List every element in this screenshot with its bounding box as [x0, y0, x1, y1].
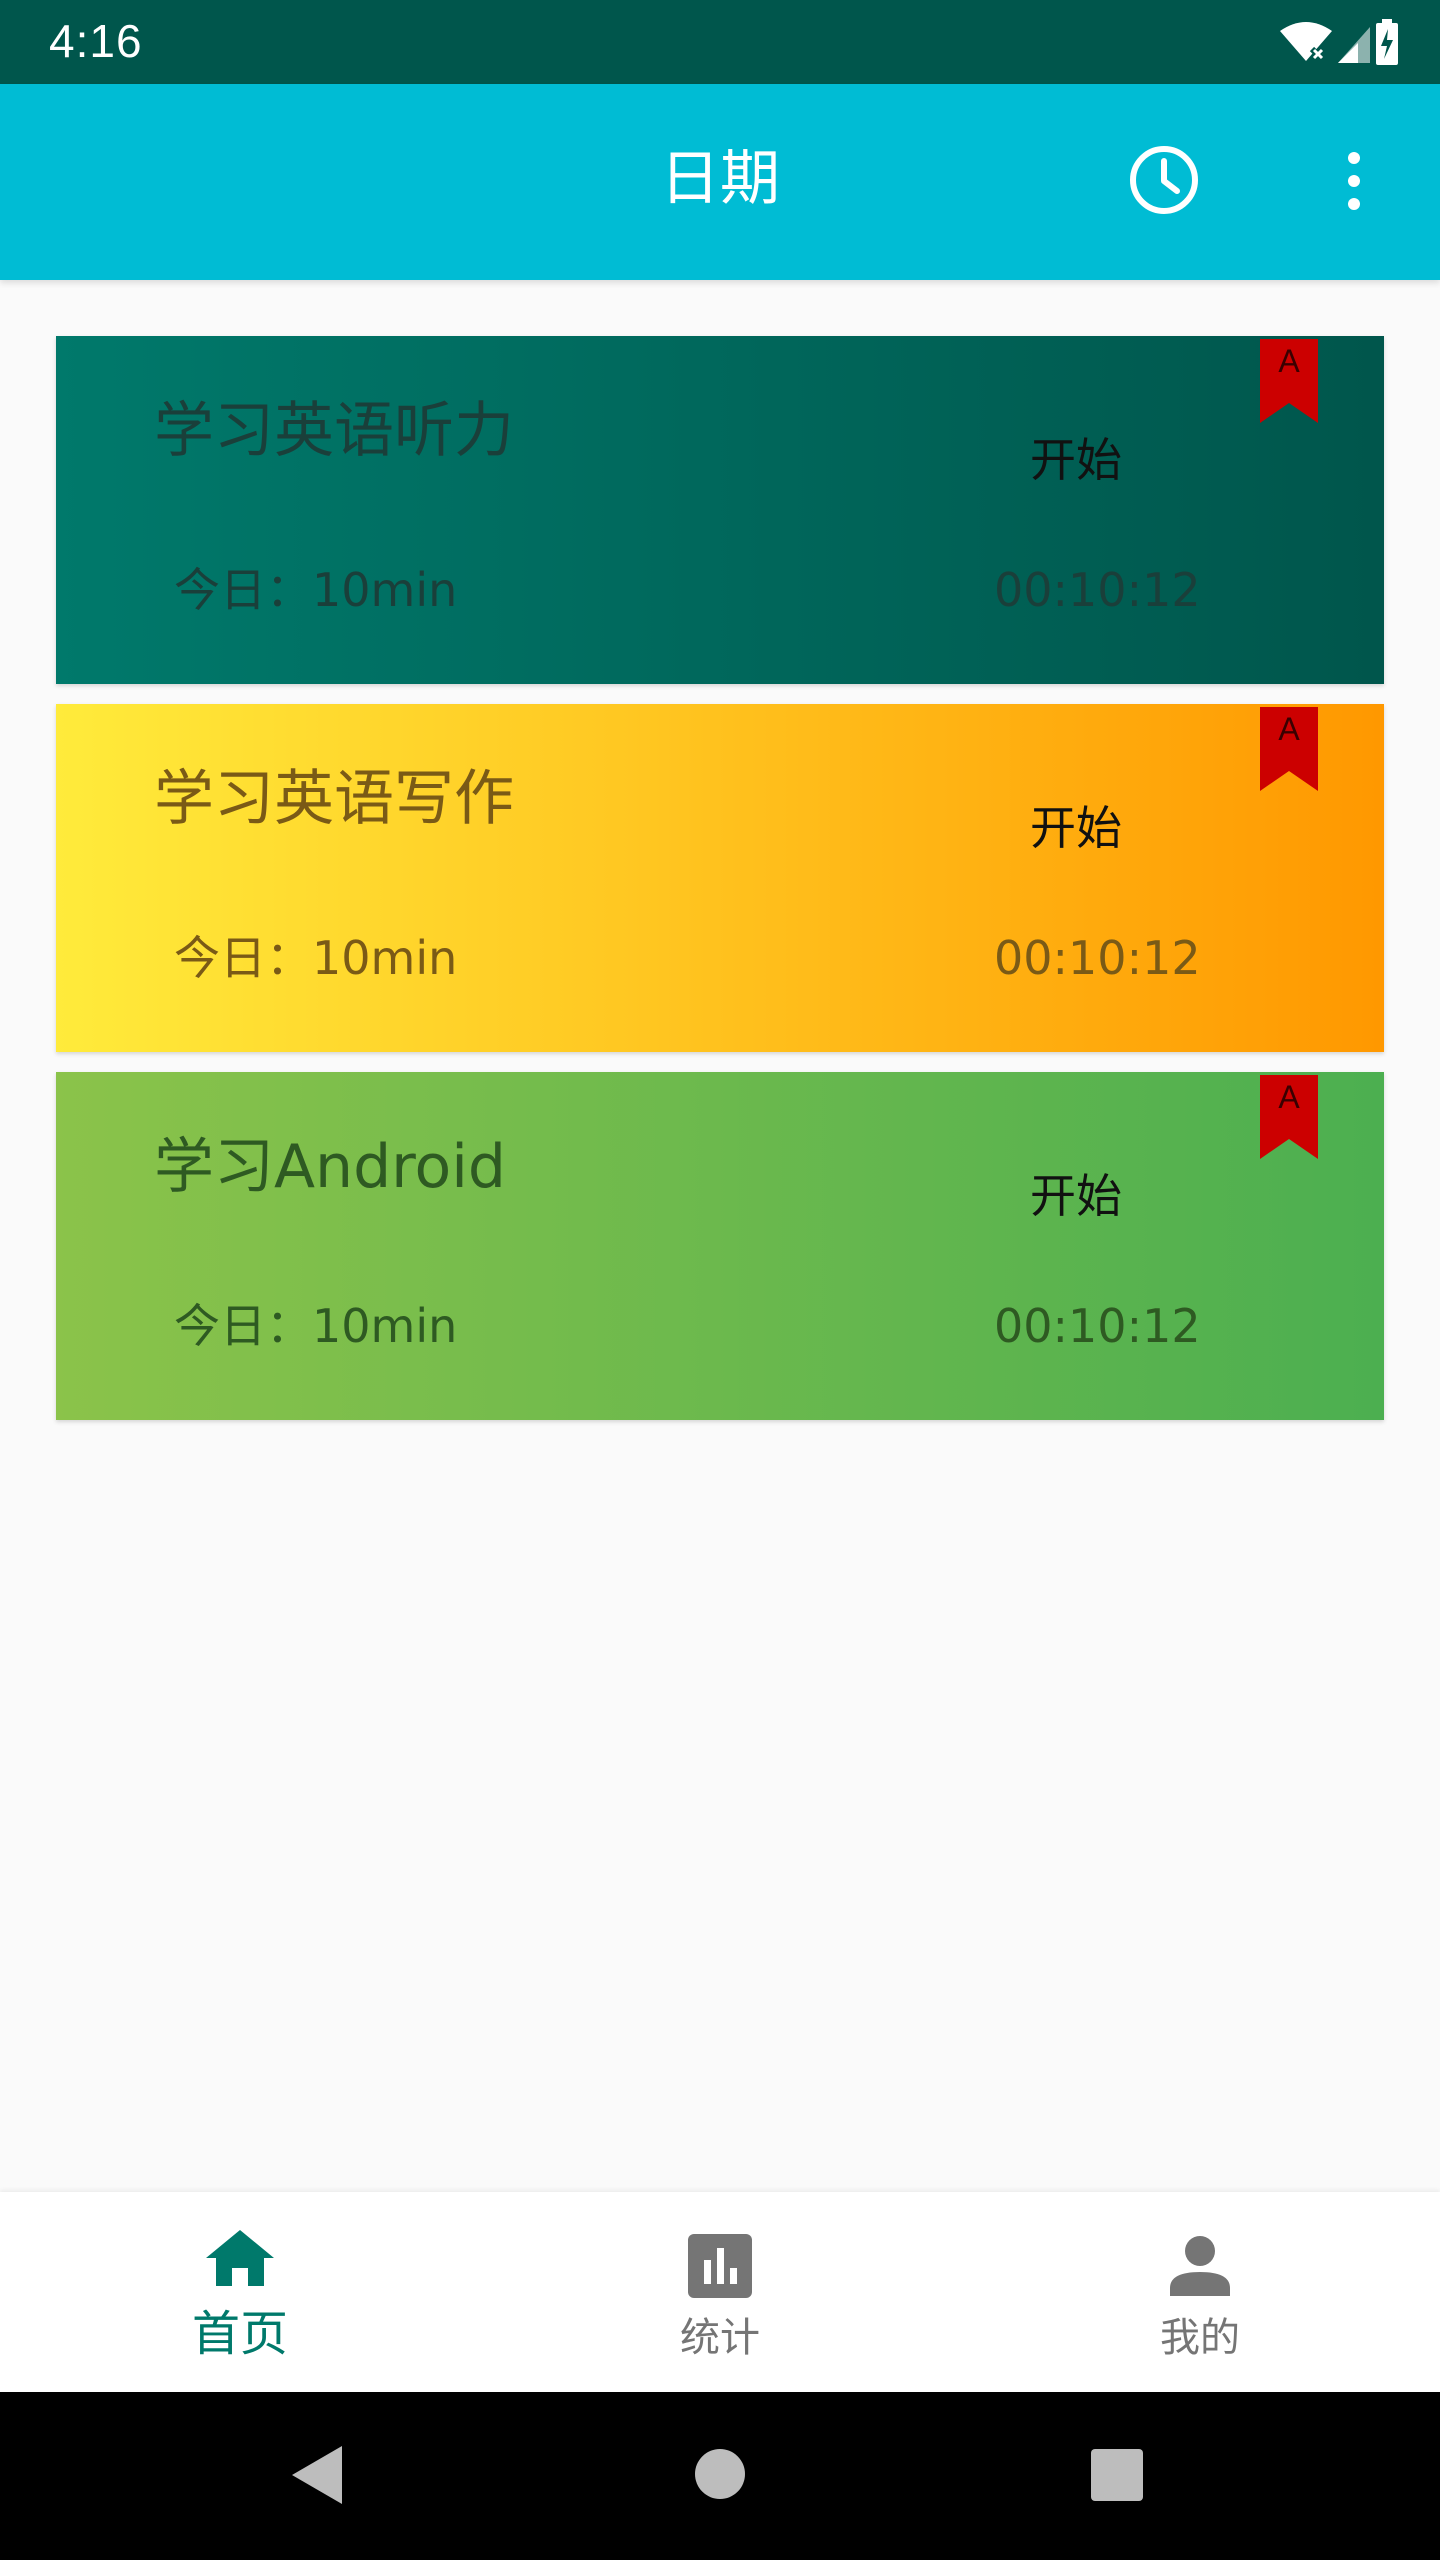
task-card[interactable]: 学习Android 开始 今日：10min 00:10:12 A	[56, 1072, 1384, 1420]
ribbon-letter: A	[1278, 1079, 1300, 1115]
bottom-navigation: 首页 统计 我的	[0, 2192, 1440, 2392]
today-label: 今日：	[174, 563, 312, 617]
task-title: 学习英语写作	[154, 764, 514, 834]
task-title: 学习Android	[154, 1132, 506, 1202]
ribbon-letter: A	[1278, 711, 1300, 747]
task-timer: 00:10:12	[994, 563, 1201, 617]
nav-item-home[interactable]: 首页	[0, 2192, 480, 2392]
battery-charging-icon	[1376, 19, 1398, 65]
status-time: 4:16	[49, 15, 143, 67]
task-card[interactable]: 学习英语写作 开始 今日：10min 00:10:12 A	[56, 704, 1384, 1052]
home-icon	[206, 2230, 274, 2286]
nav-label-profile: 我的	[1160, 2315, 1240, 2361]
bookmark-ribbon-icon: A	[1260, 339, 1318, 423]
bookmark-ribbon-icon: A	[1260, 1075, 1318, 1159]
clock-icon[interactable]	[1127, 143, 1201, 217]
nav-item-stats[interactable]: 统计	[480, 2192, 960, 2392]
status-icons	[1280, 19, 1398, 65]
ribbon-letter: A	[1278, 343, 1300, 379]
nav-label-stats: 统计	[680, 2315, 760, 2361]
app-bar: 日期	[0, 84, 1440, 280]
today-duration: 今日：10min	[174, 1298, 457, 1354]
nav-item-profile[interactable]: 我的	[960, 2192, 1440, 2392]
status-bar: 4:16	[0, 0, 1440, 84]
nav-label-home: 首页	[191, 2306, 288, 2362]
task-timer: 00:10:12	[994, 1299, 1201, 1353]
wifi-off-icon	[1280, 22, 1332, 64]
back-icon[interactable]	[290, 2444, 344, 2506]
system-navigation-bar	[0, 2392, 1440, 2560]
today-label: 今日：	[174, 1299, 312, 1353]
app-title: 日期	[660, 144, 780, 214]
start-button[interactable]: 开始	[1030, 800, 1122, 856]
today-duration: 今日：10min	[174, 930, 457, 986]
task-title: 学习英语听力	[154, 396, 514, 466]
today-value: 10min	[312, 931, 458, 985]
today-value: 10min	[312, 563, 458, 617]
task-timer: 00:10:12	[994, 931, 1201, 985]
today-label: 今日：	[174, 931, 312, 985]
today-value: 10min	[312, 1299, 458, 1353]
home-circle-icon[interactable]	[694, 2448, 746, 2500]
more-vert-icon[interactable]	[1332, 148, 1376, 214]
bookmark-ribbon-icon: A	[1260, 707, 1318, 791]
start-button[interactable]: 开始	[1030, 1168, 1122, 1224]
bar-chart-icon	[688, 2234, 752, 2298]
person-icon	[1170, 2236, 1230, 2296]
signal-icon	[1338, 27, 1370, 63]
recents-icon[interactable]	[1091, 2449, 1143, 2501]
start-button[interactable]: 开始	[1030, 432, 1122, 488]
today-duration: 今日：10min	[174, 562, 457, 618]
task-card[interactable]: 学习英语听力 开始 今日：10min 00:10:12 A	[56, 336, 1384, 684]
